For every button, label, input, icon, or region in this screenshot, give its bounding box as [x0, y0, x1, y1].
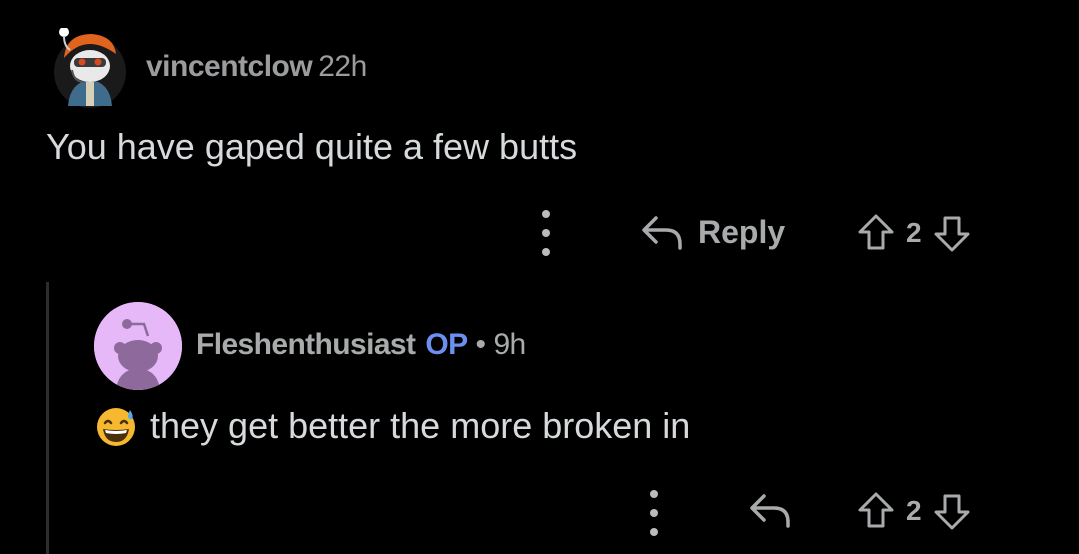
comment-text: they get better the more broken in [150, 405, 691, 446]
op-badge: OP [425, 328, 468, 361]
vote-controls: 2 [856, 212, 972, 254]
upvote-arrow-icon [858, 492, 894, 528]
downvote-arrow-icon [934, 494, 970, 530]
comment-author-line: vincentclow 22h [146, 50, 367, 84]
vote-score: 2 [906, 217, 922, 248]
more-options-button[interactable] [644, 490, 664, 536]
comment-body: You have gaped quite a few butts [46, 126, 578, 167]
timestamp: 22h [318, 50, 367, 83]
upvote-button[interactable] [856, 490, 896, 532]
reply-label: Reply [698, 213, 786, 250]
vote-score: 2 [906, 495, 922, 526]
reply-button[interactable]: Reply [640, 212, 785, 252]
more-vertical-icon [542, 210, 550, 218]
reply-button[interactable] [748, 490, 792, 530]
timestamp: 9h [493, 328, 526, 361]
more-vertical-icon [650, 490, 658, 498]
comment-body: they get better the more broken in [94, 404, 690, 448]
downvote-button[interactable] [932, 212, 972, 254]
separator-dot: • [475, 328, 487, 361]
upvote-button[interactable] [856, 212, 896, 254]
username[interactable]: Fleshenthusiast [196, 328, 416, 361]
username[interactable]: vincentclow [146, 50, 313, 83]
reply-arrow-icon [642, 216, 682, 250]
user-avatar[interactable] [50, 27, 130, 108]
downvote-button[interactable] [932, 490, 972, 532]
grinning-face-with-sweat-emoji [97, 408, 135, 446]
more-options-button[interactable] [536, 210, 556, 256]
reply-arrow-icon [750, 494, 790, 528]
user-avatar[interactable] [94, 302, 182, 390]
thread-line[interactable] [46, 282, 49, 554]
upvote-arrow-icon [858, 214, 894, 250]
vote-controls: 2 [856, 490, 972, 532]
downvote-arrow-icon [934, 216, 970, 252]
comment-author-line: Fleshenthusiast OP • 9h [196, 328, 526, 362]
